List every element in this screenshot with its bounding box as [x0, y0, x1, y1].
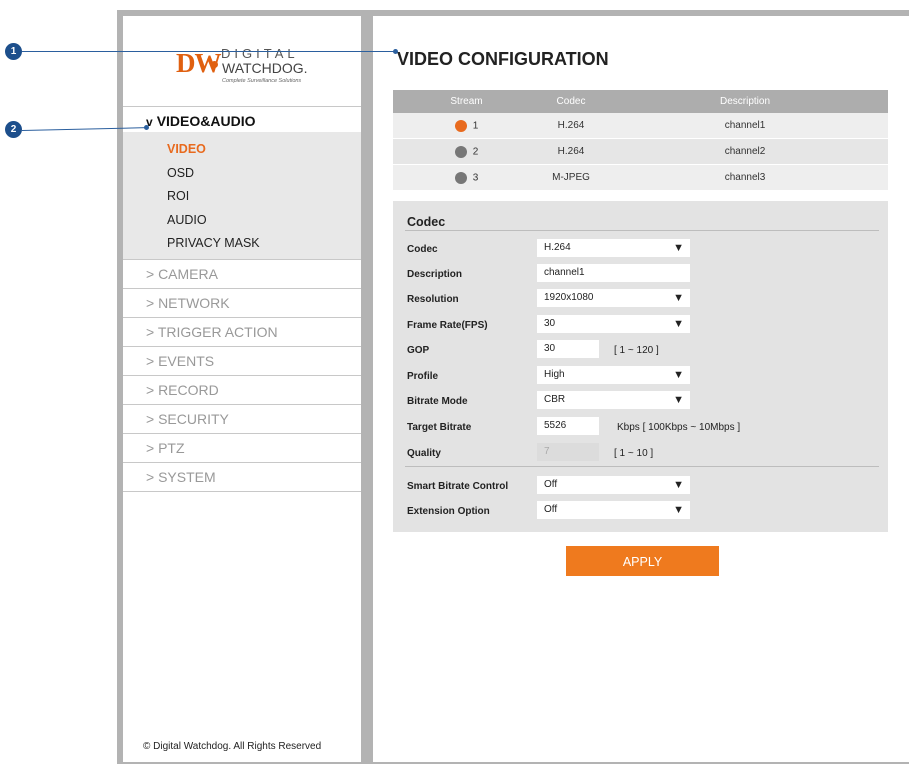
- sidebar: DW DIGITAL WATCHDOG. Complete Surveillan…: [123, 16, 361, 762]
- logo-digital: DIGITAL: [221, 46, 299, 61]
- dw-logo: DW DIGITAL WATCHDOG. Complete Surveillan…: [176, 44, 326, 100]
- stream-number: 3: [472, 172, 479, 184]
- table-row[interactable]: 3 M-JPEG channel3: [393, 164, 888, 191]
- profile-select[interactable]: High ▼: [537, 366, 690, 384]
- stream-radio[interactable]: [454, 145, 467, 158]
- main-content: VIDEO CONFIGURATION Stream Codec Descrip…: [373, 16, 909, 762]
- stream-table-header: Stream Codec Description: [393, 90, 888, 113]
- menu-security[interactable]: > SECURITY: [123, 403, 361, 433]
- codec-cell: H.264: [540, 138, 602, 165]
- smart-bitrate-select[interactable]: Off ▼: [537, 476, 690, 494]
- menu-video-audio-label: VIDEO&AUDIO: [156, 113, 256, 129]
- nav-menu: v VIDEO&AUDIO VIDEO OSD ROI AUDIO PRIVACY…: [123, 106, 361, 492]
- description-cell: channel2: [602, 138, 888, 165]
- callout-2-dot: [144, 125, 149, 130]
- description-cell: channel1: [602, 113, 888, 139]
- extension-select[interactable]: Off ▼: [537, 501, 690, 519]
- stream-radio-selected[interactable]: [454, 119, 467, 132]
- profile-label: Profile: [407, 371, 439, 382]
- dropdown-arrow-icon: ▼: [673, 504, 684, 516]
- extension-value: Off: [544, 504, 558, 515]
- stream-cell[interactable]: 3: [393, 164, 540, 191]
- stream-cell[interactable]: 2: [393, 138, 540, 165]
- dropdown-arrow-icon: ▼: [673, 318, 684, 330]
- codec-value: H.264: [544, 242, 571, 253]
- submenu-roi[interactable]: ROI: [123, 185, 361, 209]
- stream-radio[interactable]: [454, 171, 467, 184]
- target-bitrate-range: Kbps [ 100Kbps ~ 10Mbps ]: [617, 422, 741, 433]
- dropdown-arrow-icon: ▼: [673, 292, 684, 304]
- dropdown-arrow-icon: ▼: [673, 242, 684, 254]
- header-codec: Codec: [540, 90, 602, 113]
- menu-video-audio[interactable]: v VIDEO&AUDIO: [123, 106, 361, 132]
- codec-panel: Codec Codec H.264 ▼ Description channel1 …: [393, 201, 888, 532]
- gop-label: GOP: [407, 345, 430, 356]
- submenu-osd[interactable]: OSD: [123, 162, 361, 186]
- logo-watchdog: WATCHDOG.: [222, 60, 308, 76]
- menu-system[interactable]: > SYSTEM: [123, 461, 361, 492]
- target-bitrate-label: Target Bitrate: [407, 422, 472, 433]
- quality-range: [ 1 ~ 10 ]: [614, 448, 654, 459]
- stream-number: 1: [472, 120, 479, 132]
- panel-divider: [405, 230, 879, 231]
- submenu-privacy-mask[interactable]: PRIVACY MASK: [123, 232, 361, 256]
- callout-1-line: [22, 51, 396, 52]
- submenu-audio[interactable]: AUDIO: [123, 209, 361, 233]
- profile-value: High: [544, 369, 565, 380]
- logo-tagline: Complete Surveillance Solutions: [222, 78, 302, 84]
- menu-record[interactable]: > RECORD: [123, 374, 361, 404]
- resolution-label: Resolution: [407, 294, 459, 305]
- page-title: VIDEO CONFIGURATION: [397, 49, 609, 69]
- smart-bitrate-value: Off: [544, 479, 558, 490]
- description-label: Description: [407, 269, 463, 280]
- panel-divider: [405, 466, 879, 467]
- bitrate-mode-select[interactable]: CBR ▼: [537, 391, 690, 409]
- gop-range: [ 1 ~ 120 ]: [614, 345, 659, 356]
- header-description: Description: [602, 90, 888, 113]
- dropdown-arrow-icon: ▼: [673, 479, 684, 491]
- stream-cell[interactable]: 1: [393, 113, 540, 139]
- framerate-select[interactable]: 30 ▼: [537, 315, 690, 333]
- table-row[interactable]: 2 H.264 channel2: [393, 138, 888, 165]
- codec-cell: M-JPEG: [540, 164, 602, 191]
- bitrate-mode-value: CBR: [544, 394, 566, 405]
- menu-network[interactable]: > NETWORK: [123, 287, 361, 317]
- codec-select[interactable]: H.264 ▼: [537, 239, 690, 257]
- callout-1-badge: 1: [5, 43, 22, 60]
- callout-1-dot: [393, 49, 398, 54]
- resolution-select[interactable]: 1920x1080 ▼: [537, 289, 690, 307]
- smart-bitrate-label: Smart Bitrate Control: [407, 481, 509, 492]
- header-stream: Stream: [393, 90, 540, 113]
- menu-ptz[interactable]: > PTZ: [123, 432, 361, 462]
- framerate-value: 30: [544, 318, 556, 329]
- gop-input[interactable]: 30: [537, 340, 599, 358]
- submenu-video[interactable]: VIDEO: [123, 138, 361, 162]
- callout-2-badge: 2: [5, 121, 22, 138]
- table-row[interactable]: 1 H.264 channel1: [393, 113, 888, 139]
- resolution-value: 1920x1080: [544, 292, 594, 303]
- menu-camera[interactable]: > CAMERA: [123, 258, 361, 288]
- dropdown-arrow-icon: ▼: [673, 369, 684, 381]
- stream-number: 2: [472, 146, 479, 158]
- apply-button[interactable]: APPLY: [566, 546, 719, 576]
- stream-table: Stream Codec Description 1 H.264 channel…: [393, 90, 888, 191]
- codec-label: Codec: [407, 244, 438, 255]
- codec-cell: H.264: [540, 113, 602, 139]
- logo-dot: [211, 61, 218, 68]
- description-cell: channel3: [602, 164, 888, 191]
- description-input[interactable]: channel1: [537, 264, 690, 282]
- extension-label: Extension Option: [407, 506, 490, 517]
- dropdown-arrow-icon: ▼: [673, 394, 684, 406]
- codec-panel-title: Codec: [407, 215, 446, 229]
- copyright-text: © Digital Watchdog. All Rights Reserved: [143, 741, 322, 752]
- quality-label: Quality: [407, 448, 441, 459]
- bitrate-mode-label: Bitrate Mode: [407, 396, 468, 407]
- menu-trigger-action[interactable]: > TRIGGER ACTION: [123, 316, 361, 346]
- framerate-label: Frame Rate(FPS): [407, 320, 488, 331]
- video-audio-submenu: VIDEO OSD ROI AUDIO PRIVACY MASK: [123, 132, 361, 259]
- quality-input: 7: [537, 443, 599, 461]
- target-bitrate-input[interactable]: 5526: [537, 417, 599, 435]
- menu-events[interactable]: > EVENTS: [123, 345, 361, 375]
